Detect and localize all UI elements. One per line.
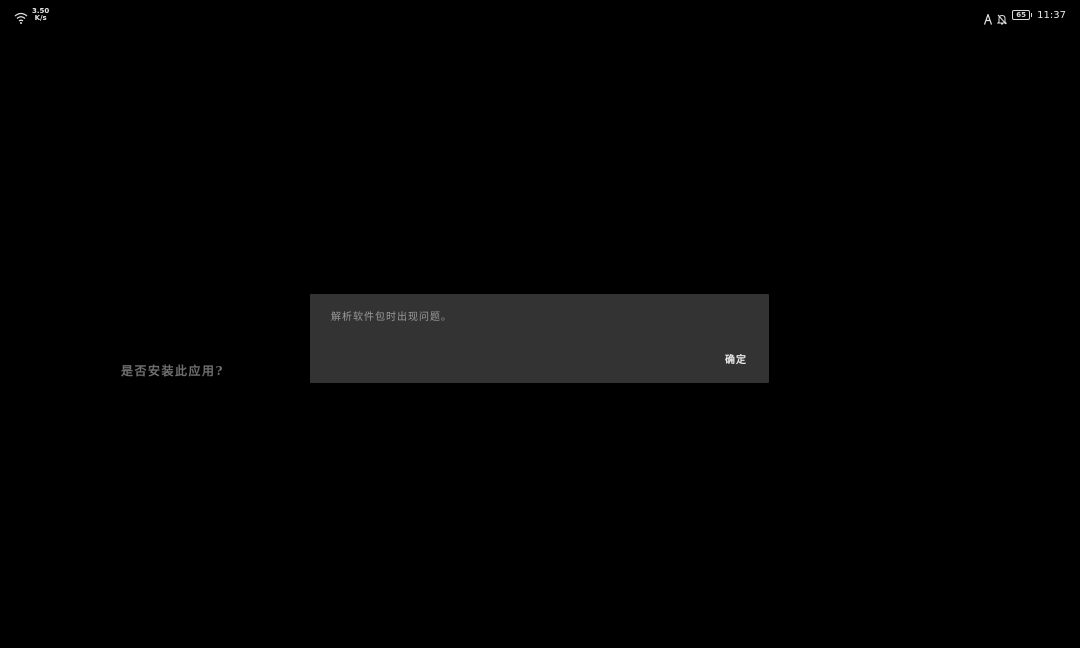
status-bar: 3.50 K/s 65 11:37	[0, 0, 1080, 30]
install-prompt: 是否安装此应用?	[121, 364, 225, 378]
network-speed: 3.50 K/s	[32, 8, 49, 22]
status-right: 65 11:37	[984, 7, 1066, 25]
battery-icon: 65	[1012, 10, 1033, 20]
network-speed-unit: K/s	[34, 14, 47, 22]
clock: 11:37	[1037, 9, 1066, 21]
ok-button[interactable]: 确定	[725, 351, 747, 366]
battery-level: 65	[1012, 10, 1031, 20]
status-left: 3.50 K/s	[14, 7, 49, 24]
battery-tip	[1031, 13, 1033, 17]
bell-off-icon	[996, 10, 1008, 24]
a-icon	[984, 10, 993, 25]
dialog-message: 解析软件包时出现问题。	[331, 312, 452, 323]
wifi-icon	[14, 9, 28, 24]
error-dialog: 解析软件包时出现问题。 确定	[310, 294, 769, 383]
